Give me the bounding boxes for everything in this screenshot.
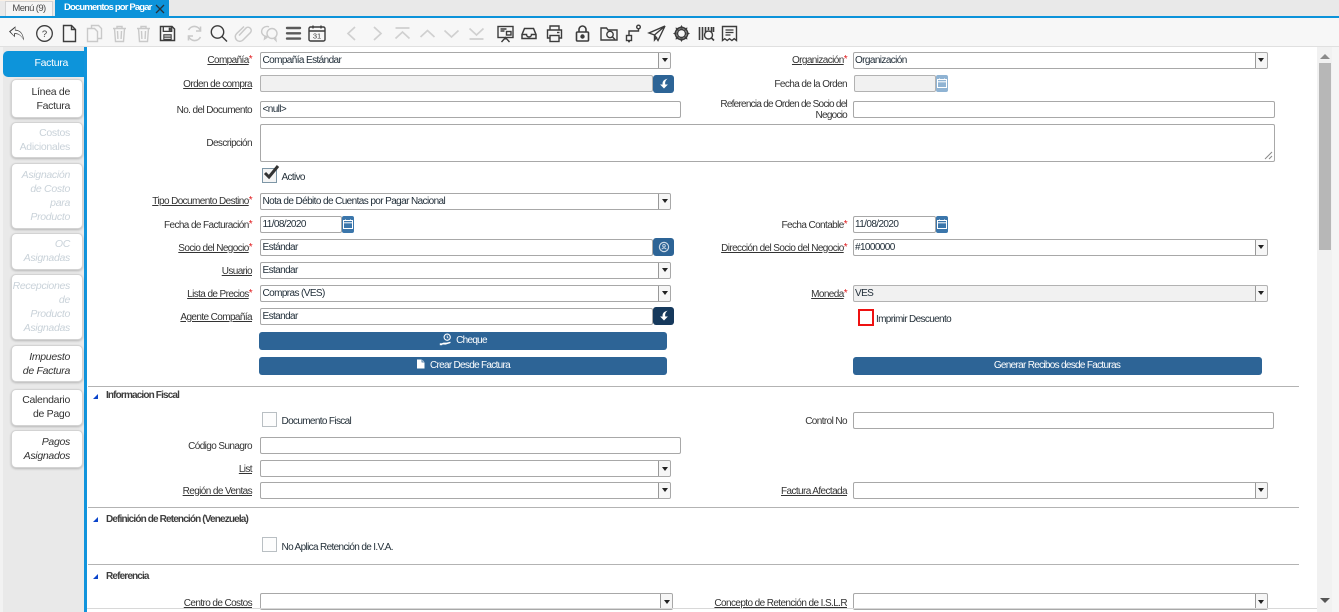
svg-text:31: 31 [313,32,321,41]
svg-text:?: ? [42,29,47,40]
